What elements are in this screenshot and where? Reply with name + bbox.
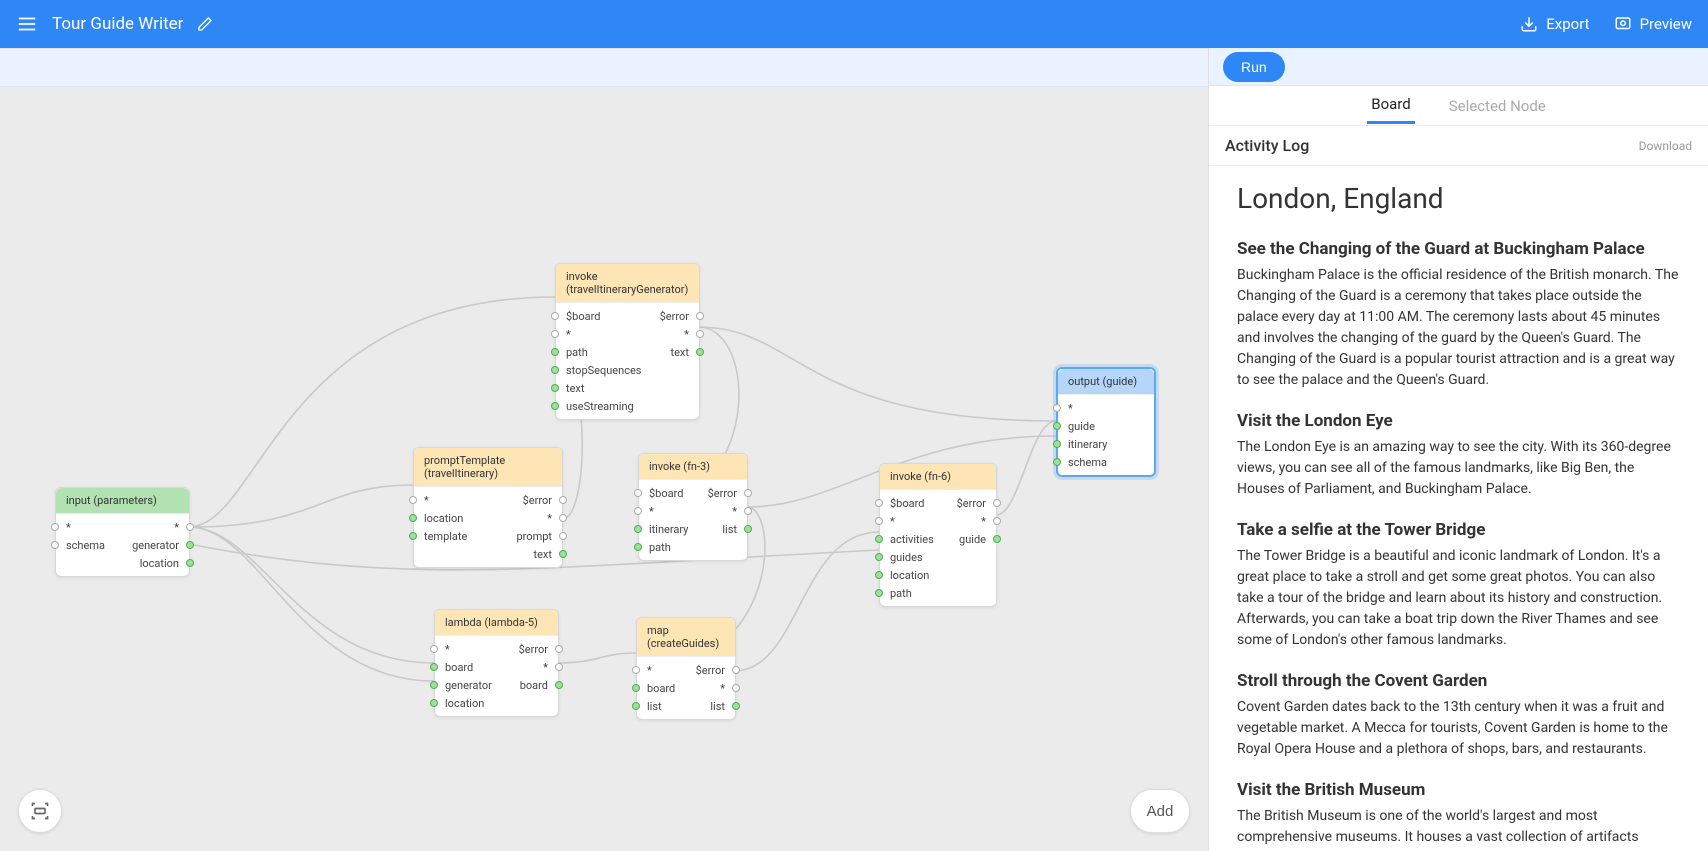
canvas-runbar: [0, 49, 1208, 87]
node-map-create-guides[interactable]: map (createGuides) *$error board* listli…: [636, 617, 736, 720]
node-invoke-fn3[interactable]: invoke (fn-3) $board$error ** itineraryl…: [638, 453, 748, 561]
sidebar-runbar: Run: [1209, 48, 1708, 86]
activity-title: Activity Log: [1225, 136, 1309, 155]
menu-icon[interactable]: [16, 13, 38, 35]
node-title: invoke (fn-3): [639, 454, 747, 480]
header-left: Tour Guide Writer: [16, 13, 213, 35]
app-title: Tour Guide Writer: [52, 14, 183, 34]
guide-section-body: The London Eye is an amazing way to see …: [1237, 437, 1680, 500]
app-header: Tour Guide Writer Export Preview: [0, 0, 1708, 48]
fit-icon: [30, 801, 50, 821]
guide-section-heading: See the Changing of the Guard at Bucking…: [1237, 239, 1680, 259]
add-node-button[interactable]: Add: [1130, 789, 1190, 833]
preview-label: Preview: [1640, 15, 1692, 33]
node-title: promptTemplate (travelItinerary): [414, 448, 562, 487]
guide-section-body: The Tower Bridge is a beautiful and icon…: [1237, 546, 1680, 651]
header-right: Export Preview: [1520, 15, 1692, 33]
node-invoke-fn6[interactable]: invoke (fn-6) $board$error ** activities…: [879, 463, 997, 607]
node-title: invoke (fn-6): [880, 464, 996, 490]
sidebar-tabs: Board Selected Node: [1209, 86, 1708, 126]
edge-layer: [0, 87, 1208, 851]
node-title: map (createGuides): [637, 618, 735, 657]
node-invoke-itinerary-generator[interactable]: invoke (travelItineraryGenerator) $board…: [555, 263, 700, 420]
export-label: Export: [1546, 15, 1589, 33]
guide-section-body: The British Museum is one of the world's…: [1237, 806, 1680, 848]
guide-section-heading: Stroll through the Covent Garden: [1237, 671, 1680, 691]
export-button[interactable]: Export: [1520, 15, 1589, 33]
tab-selected-node[interactable]: Selected Node: [1445, 89, 1550, 123]
node-output[interactable]: output (guide) * guide itinerary schema: [1056, 367, 1156, 477]
run-button[interactable]: Run: [1223, 52, 1285, 82]
preview-icon: [1614, 15, 1632, 33]
fit-view-button[interactable]: [18, 789, 62, 833]
node-canvas[interactable]: input (parameters) ** schemagenerator lo…: [0, 87, 1208, 851]
guide-section-heading: Take a selfie at the Tower Bridge: [1237, 520, 1680, 540]
tab-board[interactable]: Board: [1367, 87, 1414, 124]
node-title: invoke (travelItineraryGenerator): [556, 264, 699, 303]
canvas-area[interactable]: input (parameters) ** schemagenerator lo…: [0, 48, 1208, 851]
node-prompt-template[interactable]: promptTemplate (travelItinerary) *$error…: [413, 447, 563, 568]
preview-button[interactable]: Preview: [1614, 15, 1692, 33]
node-title: output (guide): [1058, 369, 1154, 395]
guide-section-heading: Visit the London Eye: [1237, 411, 1680, 431]
download-icon: [1520, 15, 1538, 33]
guide-title: London, England: [1237, 182, 1680, 215]
download-link[interactable]: Download: [1639, 139, 1692, 153]
edit-icon[interactable]: [197, 16, 213, 32]
main: input (parameters) ** schemagenerator lo…: [0, 48, 1708, 851]
activity-header: Activity Log Download: [1209, 126, 1708, 166]
node-lambda[interactable]: lambda (lambda-5) *$error board* generat…: [434, 609, 559, 717]
node-title: input (parameters): [56, 488, 189, 514]
node-input[interactable]: input (parameters) ** schemagenerator lo…: [55, 487, 190, 577]
node-title: lambda (lambda-5): [435, 610, 558, 636]
activity-content: London, England See the Changing of the …: [1209, 166, 1708, 851]
guide-section-heading: Visit the British Museum: [1237, 780, 1680, 800]
guide-section-body: Covent Garden dates back to the 13th cen…: [1237, 697, 1680, 760]
sidebar: Run Board Selected Node Activity Log Dow…: [1208, 48, 1708, 851]
guide-section-body: Buckingham Palace is the official reside…: [1237, 265, 1680, 391]
